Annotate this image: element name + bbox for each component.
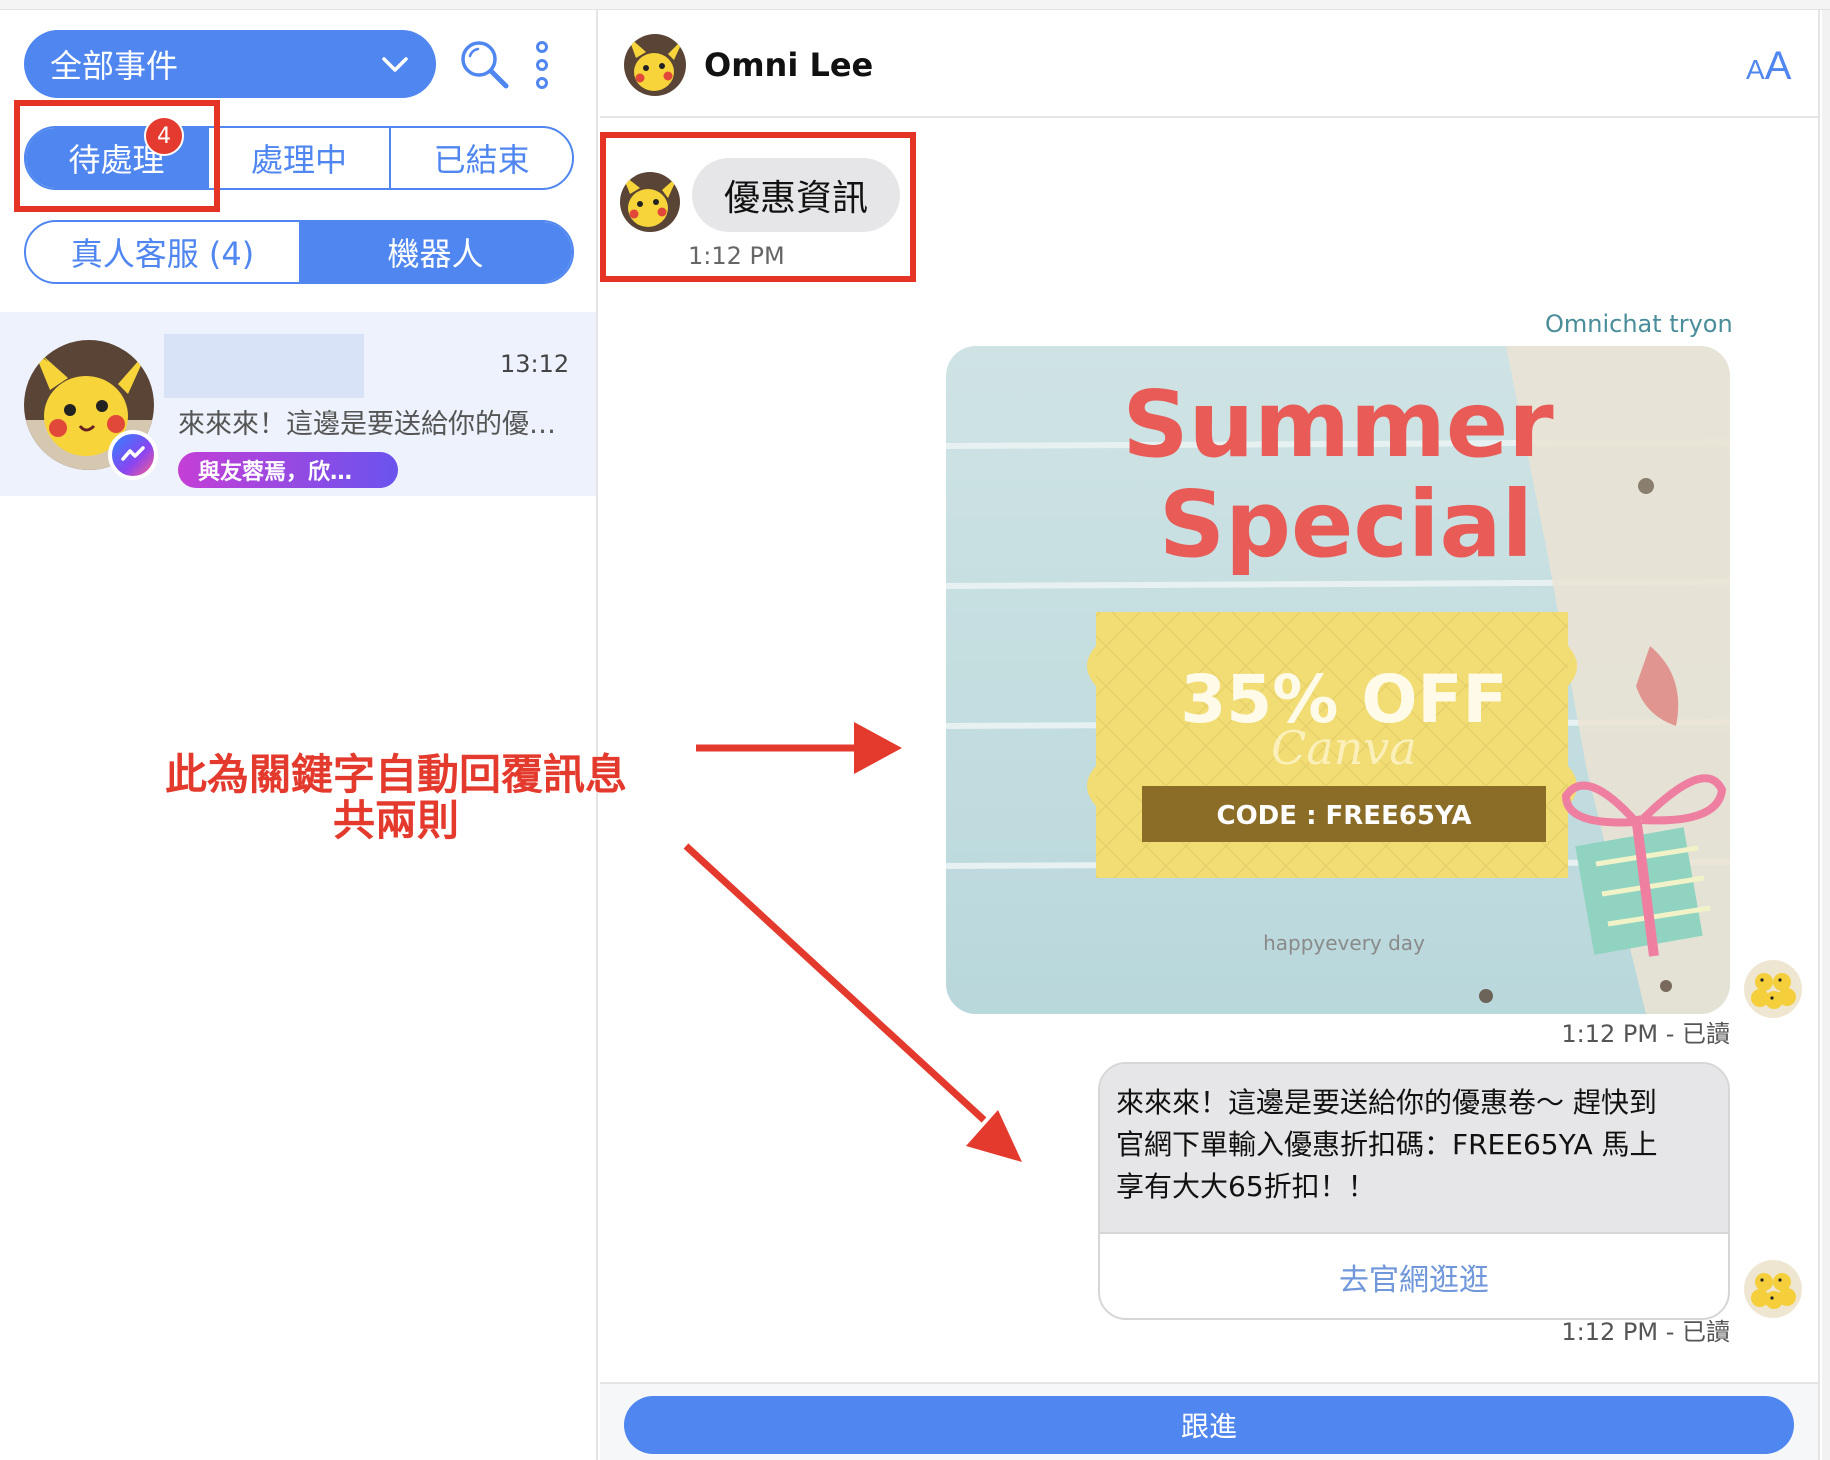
event-filter-dropdown[interactable]: 全部事件: [24, 30, 436, 98]
chat-header: Omni Lee AA: [600, 10, 1818, 118]
highlight-pending-tab: [14, 100, 220, 212]
contact-avatar: [624, 34, 686, 96]
highlight-incoming-message: [600, 132, 916, 282]
more-options-icon[interactable]: [530, 40, 554, 90]
promo-footer: happyevery day: [1263, 931, 1425, 955]
promo-title-line2: Special: [1159, 471, 1533, 578]
chevron-down-icon: [382, 57, 408, 72]
scrollbar-track[interactable]: [1822, 10, 1830, 1460]
chat-footer: 跟進: [600, 1382, 1818, 1460]
tab-human-agent[interactable]: 真人客服 (4): [26, 222, 299, 282]
conversation-preview: 來來來！這邊是要送給你的優…: [178, 409, 556, 440]
conversation-tag: 與友蓉焉，欣…: [178, 452, 398, 488]
visit-website-button[interactable]: 去官網逛逛: [1100, 1232, 1728, 1318]
agent-type-tabs: 真人客服 (4) 機器人: [24, 220, 574, 284]
text-message-line: 官網下單輸入優惠折扣碼：FREE65YA 馬上: [1116, 1128, 1658, 1161]
font-size-icon[interactable]: AA: [1746, 44, 1791, 89]
font-size-large-glyph: A: [1764, 44, 1792, 88]
tab-closed[interactable]: 已結束: [391, 128, 572, 188]
tab-bot[interactable]: 機器人: [299, 222, 572, 282]
text-message-time: 1:12 PM - 已讀: [1561, 1318, 1730, 1346]
follow-up-button[interactable]: 跟進: [624, 1396, 1794, 1454]
conversation-time: 13:12: [500, 350, 570, 378]
promo-title-line1: Summer: [1122, 371, 1554, 478]
font-size-small-glyph: A: [1746, 54, 1765, 85]
annotation-line: 共兩則: [332, 796, 459, 845]
redacted-contact-name: [164, 334, 364, 398]
annotation-line: 此為關鍵字自動回覆訊息: [164, 750, 627, 799]
top-divider: [0, 0, 1830, 10]
text-message-body: 來來來！這邊是要送給你的優惠卷～ 趕快到 官網下單輸入優惠折扣碼：FREE65Y…: [1100, 1064, 1728, 1232]
sender-name: Omnichat tryon: [1545, 310, 1733, 338]
bot-avatar: [1744, 1260, 1802, 1318]
text-message-line: 來來來！這邊是要送給你的優惠卷～ 趕快到: [1116, 1086, 1657, 1119]
promo-image[interactable]: Summer Special 35% OFF Canva CODE : FREE…: [946, 346, 1730, 1014]
messenger-icon: [108, 430, 158, 480]
text-message-line: 享有大大65折扣！！: [1116, 1170, 1376, 1203]
conversation-sidebar: 全部事件 待處理 處理中 已結束 4 真人客服 (4) 機器人 13:12 來來…: [0, 10, 598, 1460]
promo-code: CODE : FREE65YA: [1217, 801, 1472, 831]
text-message-card: 來來來！這邊是要送給你的優惠卷～ 趕快到 官網下單輸入優惠折扣碼：FREE65Y…: [1098, 1062, 1730, 1320]
conversation-list-item[interactable]: 13:12 來來來！這邊是要送給你的優… 與友蓉焉，欣…: [0, 312, 596, 496]
image-message-time: 1:12 PM - 已讀: [1561, 1020, 1730, 1048]
tab-in-progress[interactable]: 處理中: [209, 128, 392, 188]
bot-avatar: [1744, 960, 1802, 1018]
contact-name: Omni Lee: [704, 46, 874, 84]
event-filter-label: 全部事件: [50, 47, 179, 85]
promo-script: Canva: [1271, 721, 1417, 775]
annotation-text: 此為關鍵字自動回覆訊息 共兩則: [146, 752, 646, 844]
search-icon[interactable]: [458, 38, 510, 90]
